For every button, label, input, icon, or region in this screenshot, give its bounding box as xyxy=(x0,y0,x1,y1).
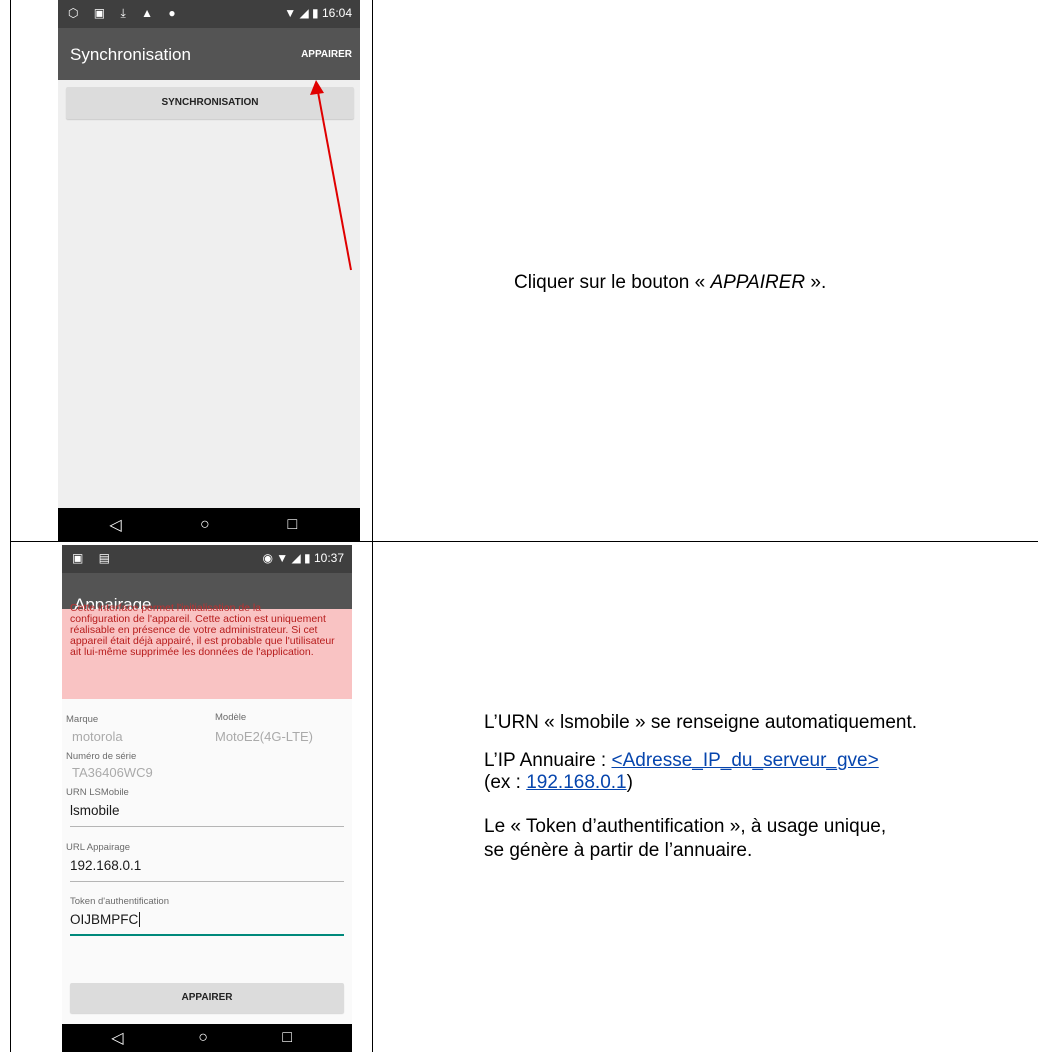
ex-suffix: ) xyxy=(626,772,633,793)
urn-input[interactable]: lsmobile xyxy=(70,803,120,818)
status-icons-right: ▼ ◢ ▮ xyxy=(284,6,319,20)
app-bar-title: Synchronisation xyxy=(70,45,191,64)
ex-link[interactable]: 192.168.0.1 xyxy=(526,772,626,793)
table-left-border xyxy=(10,0,11,1052)
table-row-divider xyxy=(10,541,1038,542)
urn-label: URN LSMobile xyxy=(66,787,129,798)
modele-value: MotoE2(4G-LTE) xyxy=(215,729,314,744)
back-icon[interactable]: ◁ xyxy=(109,515,121,535)
url-input-underline xyxy=(70,881,344,882)
step1-instruction-emphasis: APPAIRER xyxy=(710,272,806,293)
status-time: 16:04 xyxy=(321,6,352,20)
marque-value: motorola xyxy=(72,729,123,744)
text-cursor: ​ xyxy=(139,912,141,927)
warning-banner: Cette interface permet l'initialisation … xyxy=(62,603,352,699)
recents-icon[interactable]: □ xyxy=(282,1029,292,1047)
ip-description: L’IP Annuaire : <Adresse_IP_du_serveur_g… xyxy=(484,750,879,772)
nav-bar: ◁ ○ □ xyxy=(62,1024,352,1052)
token-description-line1: Le « Token d’authentification », à usage… xyxy=(484,816,887,837)
serie-label: Numéro de série xyxy=(66,751,137,762)
status-icons-right: ◉ ▼ ◢ ▮ xyxy=(262,551,311,565)
status-icons-left: ⬡ ▣ ⤓ ▲ ● xyxy=(68,6,182,20)
urn-input-underline xyxy=(70,826,344,827)
ex-prefix: (ex : xyxy=(484,772,527,793)
step1-instruction-suffix: ». xyxy=(805,272,827,293)
status-bar: ▣ ▤ ◉ ▼ ◢ ▮ 10:37 xyxy=(62,545,352,573)
phone-screenshot-appairage: ▣ ▤ ◉ ▼ ◢ ▮ 10:37 Appairage Cette interf… xyxy=(62,545,352,1052)
step1-instruction: Cliquer sur le bouton « APPAIRER ». xyxy=(514,272,826,294)
step1-instruction-prefix: Cliquer sur le bouton « xyxy=(514,272,711,293)
token-description-line2: se génère à partir de l’annuaire. xyxy=(484,840,753,861)
token-label: Token d'authentification xyxy=(70,896,169,907)
token-input-underline xyxy=(70,934,344,936)
recents-icon[interactable]: □ xyxy=(288,516,298,534)
status-time: 10:37 xyxy=(313,551,344,565)
ip-example: (ex : 192.168.0.1) xyxy=(484,772,633,794)
phone-screenshot-synchronisation: ⬡ ▣ ⤓ ▲ ● ▼ ◢ ▮ 16:04 Synchronisation AP… xyxy=(58,0,360,541)
app-bar: Synchronisation APPAIRER xyxy=(58,28,360,80)
status-right: ▼ ◢ ▮ 16:04 xyxy=(284,6,352,20)
table-middle-border xyxy=(372,0,373,1052)
nav-bar: ◁ ○ □ xyxy=(58,508,360,541)
serie-value: TA36406WC9 xyxy=(72,765,153,780)
synchronisation-button[interactable]: SYNCHRONISATION xyxy=(66,87,354,119)
marque-label: Marque xyxy=(66,714,99,725)
modele-label: Modèle xyxy=(215,712,247,723)
back-icon[interactable]: ◁ xyxy=(111,1028,123,1048)
appairer-button[interactable]: APPAIRER xyxy=(70,983,344,1013)
status-icons-left: ▣ ▤ xyxy=(72,551,117,565)
token-input[interactable]: OIJBMPFC​ xyxy=(70,912,141,927)
url-input[interactable]: 192.168.0.1 xyxy=(70,858,141,873)
ip-prefix: L’IP Annuaire : xyxy=(484,750,612,771)
status-bar: ⬡ ▣ ⤓ ▲ ● ▼ ◢ ▮ 16:04 xyxy=(58,0,360,28)
status-right: ◉ ▼ ◢ ▮ 10:37 xyxy=(262,551,344,565)
warning-text: configuration de l'appareil. Cette actio… xyxy=(70,613,335,658)
appairer-action-button[interactable]: APPAIRER xyxy=(301,49,352,60)
home-icon[interactable]: ○ xyxy=(200,516,210,534)
urn-description: L’URN « lsmobile » se renseigne automati… xyxy=(484,712,918,733)
token-value: OIJBMPFC xyxy=(70,912,139,927)
url-label: URL Appairage xyxy=(66,842,131,853)
home-icon[interactable]: ○ xyxy=(198,1029,208,1047)
ip-link[interactable]: <Adresse_IP_du_serveur_gve> xyxy=(611,750,878,771)
